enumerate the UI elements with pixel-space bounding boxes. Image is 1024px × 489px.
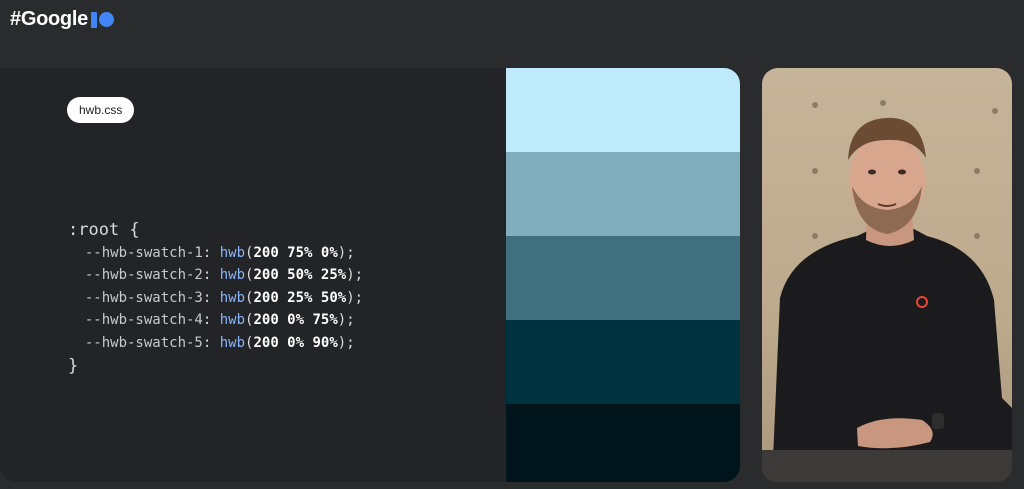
presenter-video-icon <box>772 117 1012 482</box>
css-arguments: 200 0% 90% <box>253 334 338 351</box>
color-swatches <box>506 68 740 482</box>
css-function: hwb <box>219 334 246 351</box>
swatch-5 <box>506 404 740 482</box>
presenter-video <box>762 68 1012 482</box>
css-function: hwb <box>219 312 246 328</box>
swatch-2 <box>506 152 740 236</box>
css-arguments: 200 0% 75% <box>253 312 338 328</box>
code-block: :root { --hwb-swatch-1: hwb(200 75% 0%);… <box>68 195 363 378</box>
css-arguments: 200 75% 0% <box>253 244 338 261</box>
css-function: hwb <box>219 244 246 261</box>
code-line: --hwb-swatch-2: hwb(200 50% 25%); <box>84 267 364 283</box>
brand-text: #Google <box>10 8 88 30</box>
file-name-badge: hwb.css <box>67 97 135 123</box>
code-selector: :root { <box>68 219 140 240</box>
css-property: --hwb-swatch-5 <box>84 334 203 351</box>
css-function: hwb <box>219 289 246 306</box>
io-logo-icon <box>90 11 114 28</box>
code-line: --hwb-swatch-3: hwb(200 25% 50%); <box>84 289 364 306</box>
css-arguments: 200 25% 50% <box>253 289 347 306</box>
desk <box>762 450 1012 482</box>
google-io-brand: #Google <box>10 8 114 31</box>
swatch-3 <box>506 236 740 320</box>
swatch-4 <box>506 320 740 404</box>
css-function: hwb <box>219 267 246 283</box>
code-line: --hwb-swatch-1: hwb(200 75% 0%); <box>84 244 355 261</box>
css-property: --hwb-swatch-2 <box>84 267 203 283</box>
css-property: --hwb-swatch-1 <box>84 244 203 261</box>
css-property: --hwb-swatch-3 <box>84 289 203 306</box>
code-line: --hwb-swatch-5: hwb(200 0% 90%); <box>84 334 355 351</box>
swatch-1 <box>506 68 740 152</box>
code-line: --hwb-swatch-4: hwb(200 0% 75%); <box>84 312 355 328</box>
css-arguments: 200 50% 25% <box>253 267 347 283</box>
code-lines: --hwb-swatch-1: hwb(200 75% 0%); --hwb-s… <box>68 242 363 355</box>
css-property: --hwb-swatch-4 <box>84 312 203 328</box>
code-closing: } <box>68 356 79 376</box>
